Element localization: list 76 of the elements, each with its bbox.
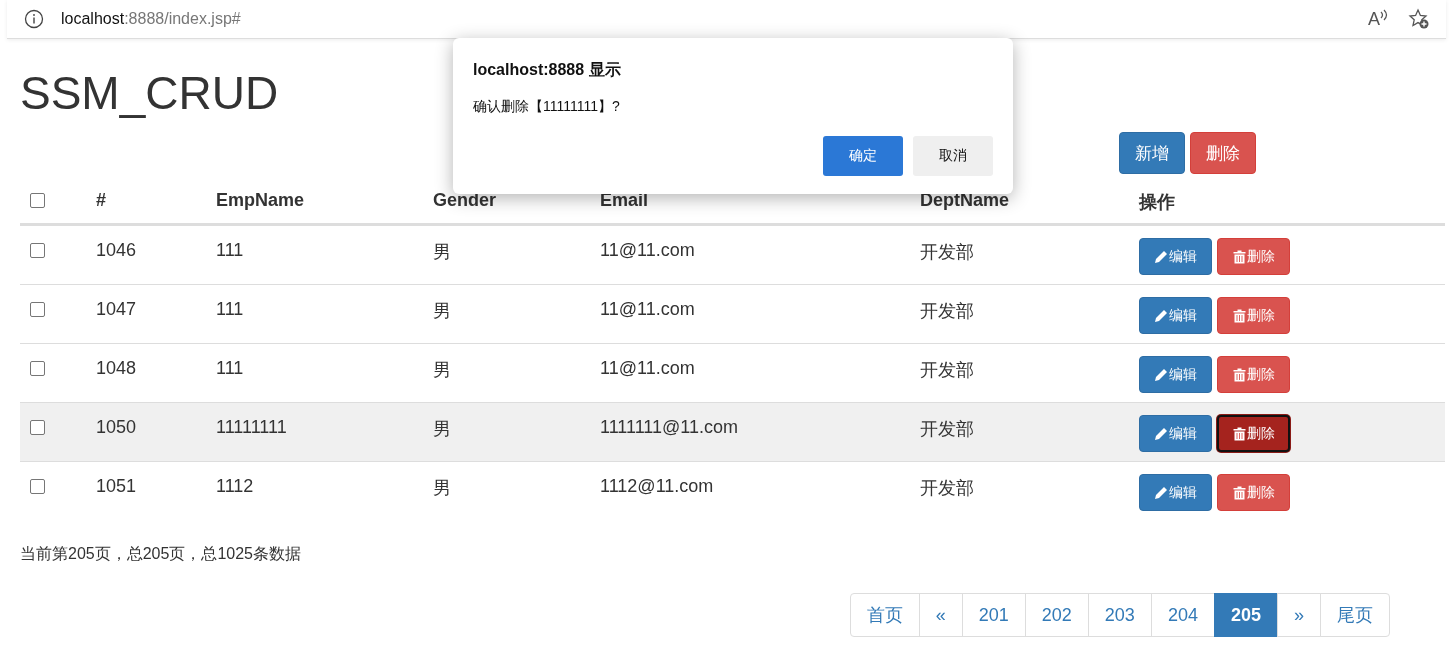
- table-cell: 男: [433, 419, 451, 439]
- pagination-link[interactable]: 205: [1213, 593, 1278, 637]
- table-cell: 开发部: [920, 419, 974, 439]
- table-cell: 11@11.com: [600, 299, 695, 319]
- delete-button[interactable]: 删除: [1217, 356, 1290, 393]
- column-header: EmpName: [216, 190, 305, 210]
- dialog-title: localhost:8888 显示: [473, 60, 622, 80]
- table-cell: 11111111: [216, 417, 287, 437]
- page-title: SSM_CRUD: [20, 67, 279, 119]
- pencil-icon: [1154, 249, 1168, 264]
- dialog-message: 确认删除【11111111】?: [473, 98, 621, 116]
- table-cell: 1112@11.com: [600, 476, 714, 496]
- column-header: Gender: [433, 190, 497, 210]
- trash-icon: [1232, 367, 1246, 382]
- table-cell: 1112: [216, 476, 254, 496]
- toolbar-button[interactable]: 新增: [1119, 132, 1185, 174]
- pagination-link[interactable]: »: [1277, 593, 1321, 637]
- dialog-button[interactable]: 确定: [823, 136, 903, 176]
- table-cell: 1047: [96, 299, 137, 319]
- pencil-icon: [1154, 308, 1168, 323]
- delete-button[interactable]: 删除: [1217, 297, 1290, 334]
- table-cell: 111: [216, 358, 244, 378]
- table-cell: 开发部: [920, 478, 974, 498]
- pencil-icon: [1154, 367, 1168, 382]
- table-cell: 111: [216, 299, 244, 319]
- pencil-icon: [1154, 426, 1168, 441]
- pagination-link[interactable]: 首页: [849, 593, 920, 637]
- trash-icon: [1232, 308, 1246, 323]
- favorite-add-icon[interactable]: [1408, 8, 1430, 30]
- trash-icon: [1232, 426, 1246, 441]
- table-cell: 男: [433, 242, 451, 262]
- toolbar-button[interactable]: 删除: [1190, 132, 1256, 174]
- table-cell: 1046: [96, 240, 137, 260]
- row-checkbox[interactable]: [30, 420, 45, 435]
- delete-button[interactable]: 删除: [1217, 238, 1290, 275]
- row-checkbox[interactable]: [30, 361, 45, 376]
- table-cell: 111: [216, 240, 244, 260]
- table-cell: 开发部: [920, 301, 974, 321]
- table-cell: 男: [433, 360, 451, 380]
- edit-button[interactable]: 编辑: [1139, 474, 1212, 511]
- edit-button[interactable]: 编辑: [1139, 356, 1212, 393]
- url-text[interactable]: localhost:8888/index.jsp#: [61, 10, 241, 28]
- column-header: 操作: [1139, 192, 1175, 212]
- table-cell: 1048: [96, 358, 137, 378]
- delete-button[interactable]: 删除: [1217, 474, 1290, 511]
- pagination-link[interactable]: 202: [1024, 593, 1089, 637]
- table-cell: 1051: [96, 476, 137, 496]
- pagination-link[interactable]: 203: [1087, 593, 1152, 637]
- table-cell: 男: [433, 478, 451, 498]
- table-cell: 开发部: [920, 360, 974, 380]
- column-header: #: [96, 190, 106, 210]
- select-all-checkbox[interactable]: [30, 193, 45, 208]
- info-icon[interactable]: [24, 9, 44, 29]
- pagination-link[interactable]: «: [918, 593, 963, 637]
- table-cell: 1050: [96, 417, 137, 437]
- table-cell: 开发部: [920, 242, 974, 262]
- column-header: DeptName: [920, 190, 1010, 210]
- row-checkbox[interactable]: [30, 302, 45, 317]
- pagination-link[interactable]: 204: [1150, 593, 1215, 637]
- dialog-button[interactable]: 取消: [913, 136, 993, 176]
- table-cell: 男: [433, 301, 451, 321]
- pagination-link[interactable]: 201: [961, 593, 1026, 637]
- pagination-link[interactable]: 尾页: [1320, 593, 1390, 637]
- edit-button[interactable]: 编辑: [1139, 297, 1212, 334]
- table-cell: 11@11.com: [600, 358, 695, 378]
- page-info-text: 当前第205页，总205页，总1025条数据: [20, 544, 302, 564]
- edit-button[interactable]: 编辑: [1139, 415, 1212, 452]
- trash-icon: [1232, 249, 1246, 264]
- delete-button[interactable]: 删除: [1217, 415, 1290, 452]
- row-checkbox[interactable]: [30, 479, 45, 494]
- table-cell: 1111111@11.com: [600, 417, 739, 437]
- edit-button[interactable]: 编辑: [1139, 238, 1212, 275]
- trash-icon: [1232, 485, 1246, 500]
- row-checkbox[interactable]: [30, 243, 45, 258]
- table-cell: 11@11.com: [600, 240, 695, 260]
- pencil-icon: [1154, 485, 1168, 500]
